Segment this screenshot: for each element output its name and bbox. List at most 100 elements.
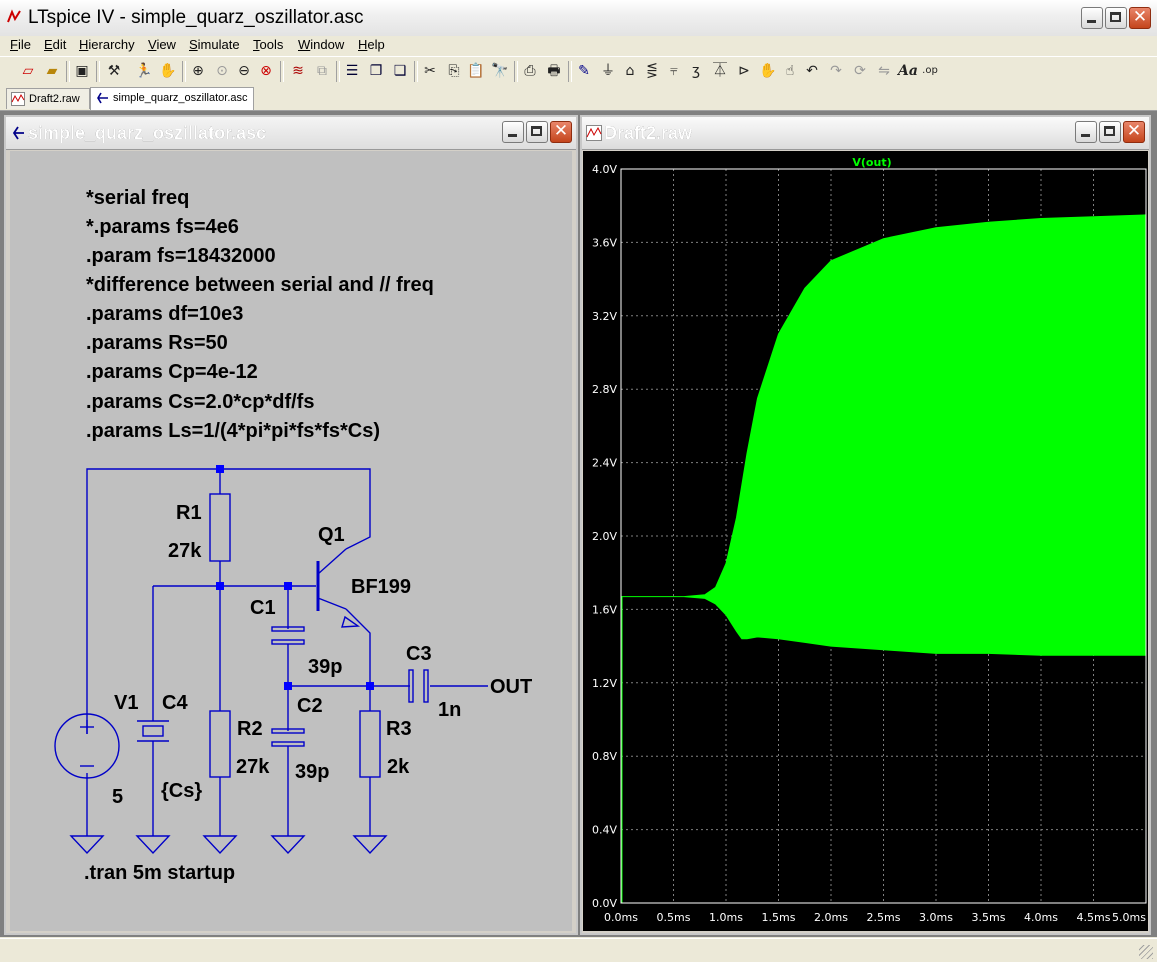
redo-icon[interactable]: ↷	[826, 61, 846, 81]
maximize-button[interactable]	[1105, 7, 1127, 29]
find-icon[interactable]: 🔭	[490, 61, 510, 81]
zoom-in-icon[interactable]: ⊕	[188, 61, 208, 81]
schematic-title-bar[interactable]: simple_quarz_oszillator.asc ✕	[6, 117, 576, 150]
menu-window[interactable]: Window	[298, 37, 344, 52]
waveform-chart[interactable]: V(out) 0.0ms 0.5ms 1.0ms 1.5ms 2.0ms 2.5ms 3.0…	[583, 151, 1148, 931]
menu-edit[interactable]: Edit	[44, 37, 66, 52]
directive-line[interactable]: *difference between serial and // freq	[86, 274, 434, 296]
resistor-r3-symbol[interactable]	[359, 710, 381, 778]
directive-line[interactable]: *serial freq	[86, 187, 189, 209]
c2-value[interactable]: 39p	[295, 761, 329, 783]
zoom-full-icon[interactable]: ⊙	[212, 61, 232, 81]
waveform-minimize-button[interactable]	[1075, 121, 1097, 143]
undo-icon[interactable]: ↶	[802, 61, 822, 81]
waveform-close-button[interactable]: ✕	[1123, 121, 1145, 143]
text-icon[interactable]: Aa	[898, 61, 918, 81]
spice-directive-icon[interactable]: .op	[920, 61, 940, 81]
new-schematic-icon[interactable]: ▱	[18, 61, 38, 81]
crystal-c4-symbol[interactable]	[137, 720, 169, 742]
c1-name[interactable]: C1	[250, 597, 276, 619]
voltage-source-v1-symbol[interactable]	[54, 713, 120, 779]
wire-icon[interactable]: ✎	[574, 61, 594, 81]
directive-line[interactable]: .params df=10e3	[86, 303, 243, 325]
schematic-canvas[interactable]: *serial freq *.params fs=4e6 .param fs=1…	[10, 151, 572, 931]
control-panel-icon[interactable]: ⚒	[104, 61, 124, 81]
capacitor-c1-symbol[interactable]	[271, 626, 305, 645]
menu-file[interactable]: File	[10, 37, 31, 52]
rotate-icon[interactable]: ⟳	[850, 61, 870, 81]
halt-icon[interactable]: ✋	[158, 61, 178, 81]
resistor-icon[interactable]: ⋚	[642, 61, 662, 81]
tab-schematic[interactable]: simple_quarz_oszillator.asc	[90, 87, 254, 110]
waveform-window[interactable]: Draft2.raw ✕ V(out) 0.0ms 0.5ms 1.0ms 1.5ms…	[580, 115, 1151, 935]
print-setup-icon[interactable]: ⎙	[520, 61, 540, 81]
c2-name[interactable]: C2	[297, 695, 323, 717]
ground-icon[interactable]: ⏚	[598, 61, 618, 81]
directive-line[interactable]: .params Ls=1/(4*pi*pi*fs*fs*Cs)	[86, 420, 380, 442]
schematic-drawing[interactable]: *serial freq *.params fs=4e6 .param fs=1…	[10, 151, 572, 931]
resistor-r2-symbol[interactable]	[209, 710, 231, 778]
waveform-maximize-button[interactable]	[1099, 121, 1121, 143]
r1-value[interactable]: 27k	[168, 540, 202, 562]
drag-icon[interactable]: ☝	[780, 61, 800, 81]
save-icon[interactable]: ▣	[72, 61, 92, 81]
capacitor-c2-symbol[interactable]	[271, 728, 305, 747]
q1-value[interactable]: BF199	[351, 576, 411, 598]
autorange-icon[interactable]: ≋	[288, 61, 308, 81]
v1-name[interactable]: V1	[114, 692, 138, 714]
schematic-maximize-button[interactable]	[526, 121, 548, 143]
component-icon[interactable]: ⊳	[734, 61, 754, 81]
r2-value[interactable]: 27k	[236, 756, 270, 778]
capacitor-c3-symbol[interactable]	[408, 669, 429, 703]
directive-line[interactable]: *.params fs=4e6	[86, 216, 239, 238]
v1-value[interactable]: 5	[112, 786, 123, 808]
waveform-title-bar[interactable]: Draft2.raw ✕	[582, 117, 1149, 150]
move-icon[interactable]: ✋	[758, 61, 778, 81]
menu-simulate[interactable]: Simulate	[189, 37, 240, 52]
menu-view[interactable]: View	[148, 37, 176, 52]
tran-directive[interactable]: .tran 5m startup	[84, 862, 235, 884]
tab-draft2-raw[interactable]: Draft2.raw	[6, 88, 90, 109]
cut-icon[interactable]: ✂	[420, 61, 440, 81]
cascade-icon[interactable]: ❐	[366, 61, 386, 81]
mirror-icon[interactable]: ⇋	[874, 61, 894, 81]
directive-line[interactable]: .param fs=18432000	[86, 245, 276, 267]
schematic-window[interactable]: simple_quarz_oszillator.asc ✕ *serial fr…	[4, 115, 578, 935]
open-icon[interactable]: ▰	[42, 61, 62, 81]
r2-name[interactable]: R2	[237, 718, 263, 740]
c4-value[interactable]: {Cs}	[161, 780, 202, 802]
close-button[interactable]: ✕	[1129, 7, 1151, 29]
close-all-icon[interactable]: ❏	[390, 61, 410, 81]
capacitor-icon[interactable]: ⫧	[664, 61, 684, 81]
mark-text-icon[interactable]: ⧉	[312, 61, 332, 81]
minimize-button[interactable]	[1081, 7, 1103, 29]
title-bar[interactable]: LTspice IV - simple_quarz_oszillator.asc…	[0, 0, 1157, 37]
label-net-icon[interactable]: ⌂	[620, 61, 640, 81]
trace-label-vout[interactable]: V(out)	[852, 156, 891, 169]
run-icon[interactable]: 🏃	[134, 61, 154, 81]
schematic-close-button[interactable]: ✕	[550, 121, 572, 143]
copy-icon[interactable]: ⎘	[444, 61, 464, 81]
q1-name[interactable]: Q1	[318, 524, 345, 546]
out-net-label[interactable]: OUT	[490, 676, 532, 698]
print-icon[interactable]: 🖶	[544, 61, 564, 81]
directive-line[interactable]: .params Cs=2.0*cp*df/fs	[86, 391, 314, 413]
directive-line[interactable]: .params Cp=4e-12	[86, 361, 258, 383]
menu-tools[interactable]: Tools	[253, 37, 283, 52]
inductor-icon[interactable]: ʒ	[686, 61, 706, 81]
menu-help[interactable]: Help	[358, 37, 385, 52]
c3-name[interactable]: C3	[406, 643, 432, 665]
resize-grip-icon[interactable]	[1139, 945, 1153, 959]
r1-name[interactable]: R1	[176, 502, 202, 524]
paste-icon[interactable]: 📋	[466, 61, 486, 81]
menu-hierarchy[interactable]: Hierarchy	[79, 37, 135, 52]
tile-horizontal-icon[interactable]: ☰	[342, 61, 362, 81]
c1-value[interactable]: 39p	[308, 656, 342, 678]
r3-name[interactable]: R3	[386, 718, 412, 740]
waveform-plot-area[interactable]: V(out) 0.0ms 0.5ms 1.0ms 1.5ms 2.0ms 2.5ms 3.0…	[583, 151, 1148, 931]
directive-line[interactable]: .params Rs=50	[86, 332, 228, 354]
zoom-cancel-icon[interactable]: ⊗	[256, 61, 276, 81]
schematic-minimize-button[interactable]	[502, 121, 524, 143]
resistor-r1-symbol[interactable]	[209, 493, 231, 562]
r3-value[interactable]: 2k	[387, 756, 410, 778]
